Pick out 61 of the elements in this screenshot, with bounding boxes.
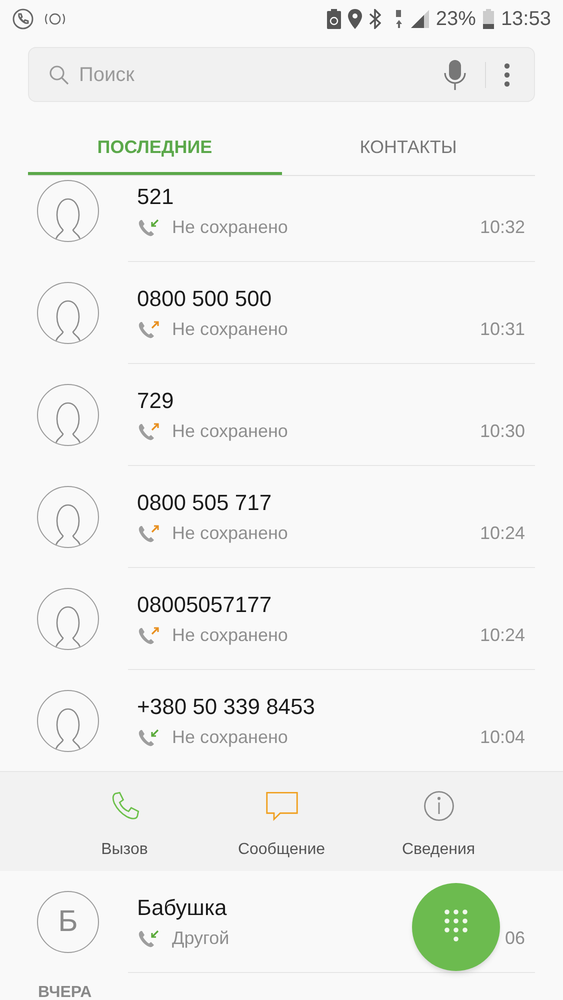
call-log-item[interactable]: 0800 500 500 Не сохранено 10:31 [0, 262, 563, 363]
incoming-call-icon [137, 727, 159, 747]
section-header: ВЧЕРА [38, 985, 93, 1000]
caller-name: 08005057177 [137, 590, 272, 618]
call-log-item[interactable]: +380 50 339 8453 Не сохранено 10:04 [0, 670, 563, 771]
contact-avatar[interactable] [37, 486, 99, 548]
call-log-item[interactable]: 0800 505 717 Не сохранено 10:24 [0, 466, 563, 567]
call-status: Не сохранено [172, 624, 288, 647]
caller-name: 0800 505 717 [137, 488, 272, 516]
incoming-call-icon [137, 217, 159, 237]
bluetooth-icon [368, 9, 381, 29]
caller-name: 0800 500 500 [137, 284, 272, 312]
outgoing-call-icon [137, 523, 159, 543]
contact-avatar[interactable] [37, 690, 99, 752]
caller-name: +380 50 339 8453 [137, 692, 316, 720]
action-button[interactable]: Сведения [378, 772, 498, 862]
call-time: 10:24 [480, 624, 525, 646]
call-log-item[interactable]: 729 Не сохранено 10:30 [0, 364, 563, 465]
incoming-call-icon [137, 928, 159, 948]
outgoing-call-icon [137, 319, 159, 339]
call-status: Не сохранено [172, 522, 288, 545]
tab[interactable]: КОНТАКТЫ [282, 120, 535, 175]
search-input[interactable]: Поиск [79, 60, 443, 90]
contact-avatar[interactable] [37, 384, 99, 446]
call-log-item[interactable]: 08005057177 Не сохранено 10:24 [0, 568, 563, 669]
call-time: 10:31 [480, 318, 525, 340]
more-options-icon[interactable] [504, 62, 510, 86]
battery-saver-icon [326, 9, 341, 29]
call-log-item[interactable]: Б Бабушка Другой 06 [0, 871, 563, 972]
search-icon [49, 64, 69, 84]
caller-name: Бабушка [137, 894, 227, 922]
action-button[interactable]: Сообщение [222, 772, 342, 862]
call-log-item[interactable]: 521 Не сохранено 10:32 [0, 176, 563, 261]
call-time: 10:30 [480, 420, 525, 442]
microphone-icon[interactable] [443, 58, 467, 90]
call-time: 10:32 [480, 216, 525, 238]
action-button[interactable]: Вызов [64, 772, 184, 862]
call-time: 10:04 [480, 726, 525, 748]
call-status: Другой [172, 926, 230, 950]
mobile-data-icon [394, 9, 404, 29]
call-time: 10:24 [480, 522, 525, 544]
call-time: 06 [504, 926, 525, 950]
search-field[interactable]: Поиск [28, 47, 535, 102]
outgoing-call-icon [137, 625, 159, 645]
location-icon [348, 9, 362, 29]
contact-avatar[interactable] [37, 588, 99, 650]
call-status: Не сохранено [172, 726, 288, 749]
signal-icon [410, 10, 429, 28]
clock: 13:53 [500, 7, 551, 32]
caller-name: 521 [137, 182, 174, 210]
contact-avatar[interactable] [37, 180, 99, 242]
call-status: Не сохранено [172, 216, 288, 239]
caller-name: 729 [137, 386, 174, 414]
contact-avatar[interactable] [37, 282, 99, 344]
call-status: Не сохранено [172, 420, 288, 443]
battery-percent: 23% [436, 7, 476, 32]
call-notification-icon [12, 8, 34, 30]
avatar-initial: Б [58, 904, 78, 940]
battery-icon [482, 9, 494, 29]
outgoing-call-icon [137, 421, 159, 441]
call-status: Не сохранено [172, 318, 288, 341]
